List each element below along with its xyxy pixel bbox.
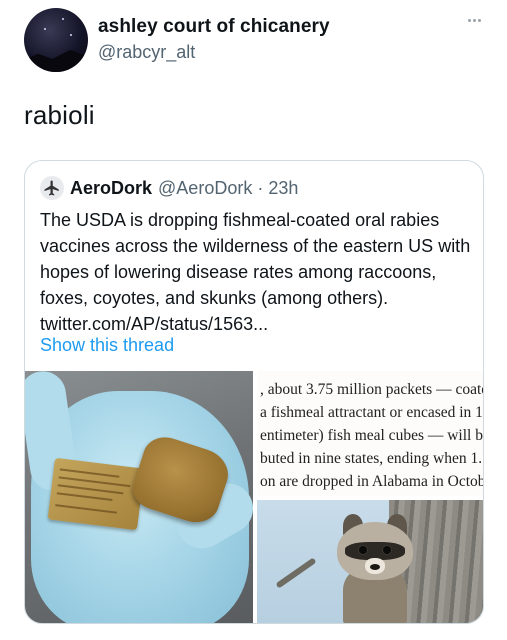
article-line: a fishmeal attractant or encased in 1: [260, 404, 483, 421]
more-dots-icon[interactable]: [462, 10, 486, 30]
quoted-tweet-header: AeroDork @AeroDork · 23h: [40, 175, 298, 201]
quoted-tweet-card[interactable]: AeroDork @AeroDork · 23h The USDA is dro…: [24, 160, 484, 624]
vaccine-bait-photo[interactable]: [25, 371, 253, 623]
airplane-icon[interactable]: [40, 176, 64, 200]
show-thread-link[interactable]: Show this thread: [40, 335, 174, 356]
article-line: entimeter) fish meal cubes — will b: [260, 427, 483, 444]
raccoon-photo[interactable]: [257, 500, 483, 623]
author-display-name[interactable]: ashley court of chicanery: [98, 16, 330, 38]
article-line: , about 3.75 million packets — coate: [260, 381, 484, 398]
quoted-tweet-text: The USDA is dropping fishmeal-coated ora…: [40, 210, 471, 334]
article-line: buted in nine states, ending when 1.: [260, 450, 483, 467]
quoted-handle-time: @AeroDork · 23h: [158, 177, 299, 198]
quoted-display-name[interactable]: AeroDork: [70, 178, 152, 199]
author-avatar[interactable]: [24, 8, 88, 72]
article-excerpt-image[interactable]: , about 3.75 million packets — coate a f…: [257, 371, 484, 496]
tweet-text: rabioli: [24, 100, 95, 130]
article-line: on are dropped in Alabama in Octob: [260, 473, 484, 490]
author-handle[interactable]: @rabcyr_alt: [98, 42, 195, 63]
